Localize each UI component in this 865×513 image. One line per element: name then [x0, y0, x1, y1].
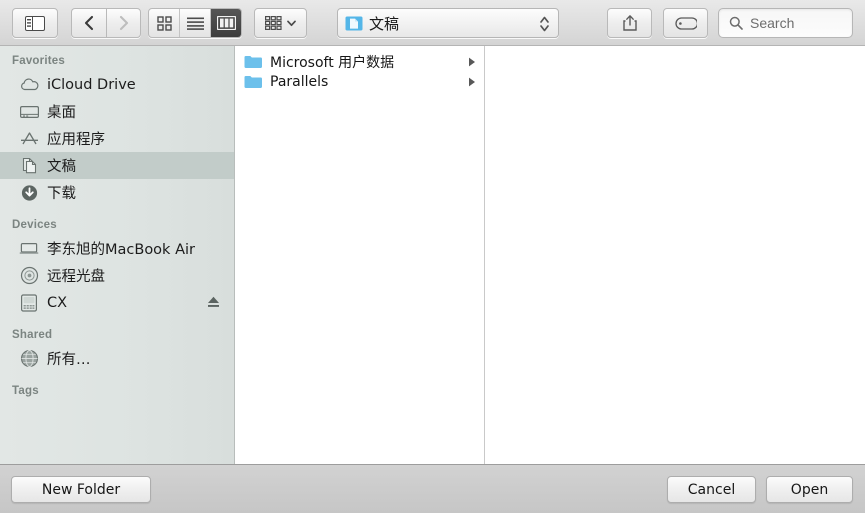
- sidebar-section-header-devices: Devices: [12, 219, 57, 231]
- sidebar-item-label: 李东旭的MacBook Air: [47, 242, 195, 258]
- sidebar-item-label: 文稿: [47, 159, 76, 175]
- sidebar-item-all-shared[interactable]: 所有…: [0, 345, 234, 372]
- file-name: Parallels: [270, 74, 329, 90]
- documents-folder-icon: [345, 15, 363, 32]
- sidebar-item-label: 桌面: [47, 105, 76, 121]
- sidebar-item-icloud-drive[interactable]: iCloud Drive: [0, 71, 234, 98]
- grid-icon: [156, 15, 172, 31]
- sidebar-item-label: 下载: [47, 186, 76, 202]
- documents-icon: [19, 157, 39, 175]
- up-down-stepper-icon[interactable]: [539, 15, 550, 33]
- share-button[interactable]: [607, 8, 652, 38]
- sidebar-item-label: 远程光盘: [47, 269, 105, 285]
- sidebar-toggle-icon: [25, 15, 45, 31]
- sidebar-item-label: 所有…: [47, 352, 91, 368]
- chevron-left-icon: [83, 15, 95, 31]
- share-icon: [622, 14, 638, 32]
- sidebar-item-applications[interactable]: 应用程序: [0, 125, 234, 152]
- view-mode-column-button[interactable]: [211, 9, 241, 37]
- desktop-icon: [19, 103, 39, 121]
- arrange-button[interactable]: [254, 8, 307, 38]
- sidebar-item-label: 应用程序: [47, 132, 105, 148]
- tag-icon: [674, 16, 697, 30]
- open-button[interactable]: Open: [766, 476, 853, 503]
- file-browser-column-2[interactable]: [486, 46, 865, 464]
- open-file-dialog: 文稿 Search Favorites iCloud Drive 桌面 应用程序…: [0, 0, 865, 513]
- folder-icon: [244, 55, 262, 69]
- file-name: Microsoft 用户数据: [270, 55, 395, 71]
- sidebar-item-desktop[interactable]: 桌面: [0, 98, 234, 125]
- chevron-right-icon: [118, 15, 130, 31]
- cloud-icon: [19, 76, 39, 94]
- view-mode-segmented-control[interactable]: [148, 8, 242, 38]
- downloads-icon: [19, 184, 39, 202]
- new-folder-button[interactable]: New Folder: [11, 476, 151, 503]
- sidebar-toggle-button[interactable]: [12, 8, 58, 38]
- cancel-button[interactable]: Cancel: [667, 476, 756, 503]
- sidebar-item-downloads[interactable]: 下载: [0, 179, 234, 206]
- path-popup-button[interactable]: 文稿: [337, 8, 559, 38]
- sidebar-item-label: CX: [47, 294, 68, 311]
- list-icon: [186, 17, 204, 30]
- file-row[interactable]: Microsoft 用户数据: [236, 52, 484, 72]
- search-placeholder: Search: [750, 15, 795, 31]
- arrange-grid-icon: [265, 16, 282, 30]
- eject-icon[interactable]: [207, 295, 220, 309]
- path-popup-label: 文稿: [369, 14, 400, 33]
- forward-button[interactable]: [106, 8, 141, 38]
- sidebar-section-header-tags: Tags: [12, 385, 39, 397]
- sidebar-item-macbook-air[interactable]: 李东旭的MacBook Air: [0, 235, 234, 262]
- back-button[interactable]: [71, 8, 106, 38]
- toolbar: 文稿 Search: [0, 0, 865, 46]
- disclosure-triangle-icon[interactable]: [468, 77, 476, 87]
- laptop-icon: [19, 240, 39, 258]
- sidebar[interactable]: Favorites iCloud Drive 桌面 应用程序 文稿 下载 Dev…: [0, 46, 235, 464]
- columns-icon: [216, 16, 236, 30]
- file-row[interactable]: Parallels: [236, 72, 484, 92]
- file-browser-column-1[interactable]: Microsoft 用户数据 Parallels: [236, 46, 485, 464]
- dialog-footer: New Folder Cancel Open: [0, 464, 865, 513]
- applications-icon: [19, 130, 39, 148]
- sidebar-item-label: iCloud Drive: [47, 76, 136, 93]
- sidebar-item-documents[interactable]: 文稿: [0, 152, 234, 179]
- disclosure-triangle-icon[interactable]: [468, 57, 476, 67]
- folder-icon: [244, 75, 262, 89]
- sidebar-item-remote-disc[interactable]: 远程光盘: [0, 262, 234, 289]
- sidebar-item-cx-drive[interactable]: CX: [0, 289, 234, 316]
- harddrive-icon: [19, 293, 39, 312]
- tag-button[interactable]: [663, 8, 708, 38]
- view-mode-list-button[interactable]: [180, 9, 211, 37]
- dialog-content: Favorites iCloud Drive 桌面 应用程序 文稿 下载 Dev…: [0, 46, 865, 464]
- sidebar-section-header-shared: Shared: [12, 329, 53, 341]
- search-input[interactable]: Search: [718, 8, 853, 38]
- chevron-down-icon: [287, 20, 296, 27]
- globe-icon: [19, 349, 39, 368]
- view-mode-icon-button[interactable]: [149, 9, 180, 37]
- sidebar-section-header-favorites: Favorites: [12, 55, 65, 67]
- disc-icon: [19, 266, 39, 285]
- search-icon: [729, 16, 743, 30]
